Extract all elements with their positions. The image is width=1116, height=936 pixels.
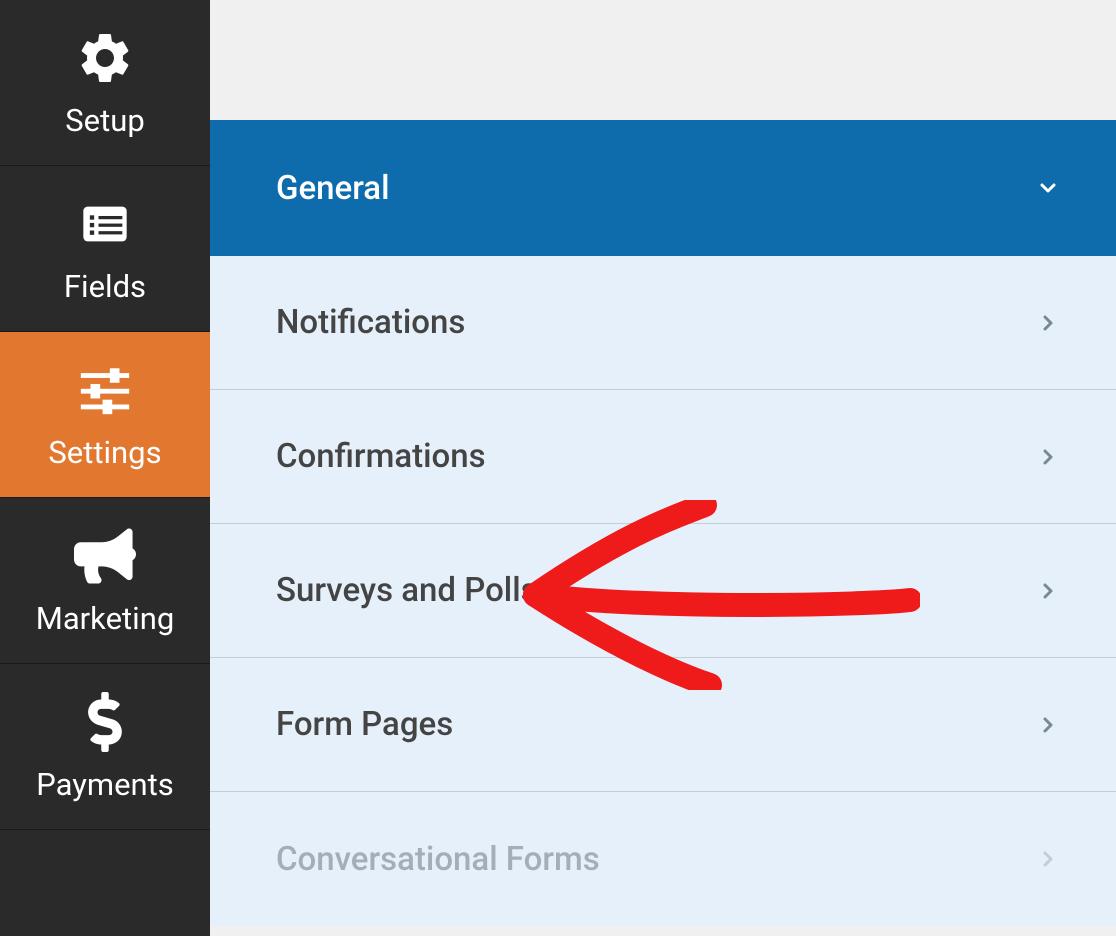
- sidebar-item-label: Settings: [48, 434, 161, 471]
- sidebar-item-setup[interactable]: Setup: [0, 0, 210, 166]
- settings-item-label: Confirmations: [276, 437, 486, 476]
- chevron-right-icon: [1036, 713, 1060, 737]
- sidebar-item-fields[interactable]: Fields: [0, 166, 210, 332]
- sidebar-item-label: Payments: [36, 766, 174, 803]
- settings-item-label: Form Pages: [276, 705, 453, 744]
- header-space: [210, 0, 1116, 120]
- chevron-right-icon: [1036, 847, 1060, 871]
- settings-item-conversational-forms[interactable]: Conversational Forms: [210, 792, 1116, 926]
- list-icon: [70, 194, 140, 254]
- settings-item-confirmations[interactable]: Confirmations: [210, 390, 1116, 524]
- content-area: General Notifications Confirmations: [210, 0, 1116, 936]
- chevron-right-icon: [1036, 579, 1060, 603]
- chevron-right-icon: [1036, 445, 1060, 469]
- chevron-down-icon: [1036, 176, 1060, 200]
- chevron-right-icon: [1036, 311, 1060, 335]
- settings-list: General Notifications Confirmations: [210, 120, 1116, 926]
- sidebar-item-payments[interactable]: Payments: [0, 664, 210, 830]
- bullhorn-icon: [70, 526, 140, 586]
- settings-item-label: Surveys and Polls: [276, 571, 538, 610]
- gear-icon: [70, 28, 140, 88]
- settings-item-form-pages[interactable]: Form Pages: [210, 658, 1116, 792]
- sidebar-item-settings[interactable]: Settings: [0, 332, 210, 498]
- sliders-icon: [70, 360, 140, 420]
- settings-item-notifications[interactable]: Notifications: [210, 256, 1116, 390]
- settings-item-label: General: [276, 169, 389, 208]
- sidebar-item-label: Marketing: [36, 600, 175, 637]
- dollar-icon: [70, 692, 140, 752]
- settings-item-surveys-polls[interactable]: Surveys and Polls: [210, 524, 1116, 658]
- sidebar-item-label: Setup: [65, 102, 144, 139]
- sidebar-item-label: Fields: [64, 268, 146, 305]
- settings-item-general[interactable]: General: [210, 120, 1116, 256]
- settings-item-label: Conversational Forms: [276, 840, 600, 879]
- sidebar-item-marketing[interactable]: Marketing: [0, 498, 210, 664]
- settings-item-label: Notifications: [276, 303, 465, 342]
- sidebar: Setup Fields: [0, 0, 210, 936]
